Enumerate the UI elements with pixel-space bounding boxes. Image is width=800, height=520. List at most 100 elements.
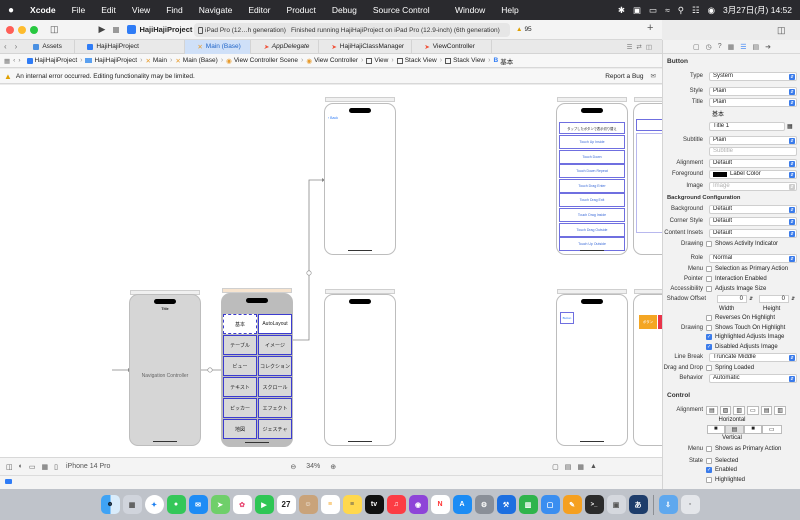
tab-hajihajiclassmanager[interactable]: ➤ HajiHajiClassManager <box>319 39 413 54</box>
state-selected-checkbox[interactable] <box>706 458 712 464</box>
menu-edit[interactable]: Edit <box>93 5 124 15</box>
partial-scene[interactable]: ボタン <box>633 294 662 446</box>
attributes-inspector-icon[interactable]: ☰ <box>740 43 746 51</box>
align-fill-icon[interactable]: ▭ <box>747 405 759 415</box>
line-break-popup[interactable]: Truncate Middle ⇵ <box>709 352 797 362</box>
identity-inspector-icon[interactable]: ▦ <box>728 43 735 51</box>
warnings-badge[interactable]: ▲ 95 <box>516 26 532 33</box>
display-icon[interactable]: ▣ <box>633 5 641 16</box>
navigation-controller-scene[interactable]: Title Navigation Controller <box>129 294 201 446</box>
stop-button[interactable] <box>113 26 120 33</box>
font-picker-icon[interactable]: ▦ <box>787 123 793 130</box>
tab-hajihajiproject[interactable]: HajiHajiProject <box>75 39 186 54</box>
numbers-icon[interactable]: ▥ <box>518 495 538 514</box>
subtitle-text-field[interactable]: Subtitle <box>709 146 797 156</box>
menu-grid-button[interactable]: エフェクト <box>258 398 292 418</box>
background-popup[interactable]: Default ⇵ <box>709 204 797 214</box>
tab-main-base[interactable]: ✕ Main (Base) <box>185 39 252 54</box>
event-button[interactable]: Touch Up Inside <box>559 135 625 149</box>
close-window-button[interactable] <box>6 25 14 34</box>
siri-icon[interactable]: ◉ <box>708 5 715 16</box>
app-store-icon[interactable]: A <box>452 495 472 514</box>
resolve-issues-icon[interactable]: ▲ <box>590 463 597 470</box>
safari-icon[interactable]: ✦ <box>144 495 164 514</box>
notes-icon[interactable]: ≡ <box>342 495 362 514</box>
menu-find[interactable]: Find <box>158 5 191 15</box>
align-right-icon[interactable]: ▥ <box>733 405 746 415</box>
content-insets-popup[interactable]: Default ⇵ <box>709 228 797 238</box>
mail-icon[interactable]: ✉ <box>188 495 208 514</box>
wifi-icon[interactable]: ≈ <box>665 5 670 15</box>
pointer-interaction-checkbox[interactable] <box>706 276 712 282</box>
tv-icon[interactable]: tv <box>364 495 384 514</box>
pages-icon[interactable]: ✎ <box>562 495 582 514</box>
foreground-popup[interactable]: Label Color ⇵ <box>709 169 797 179</box>
storyboard-canvas[interactable]: Title Navigation Controller 基本 AutoLayout… <box>0 85 662 457</box>
device-selector[interactable]: iPhone 14 Pro <box>66 463 110 470</box>
menu-product[interactable]: Product <box>279 5 324 15</box>
event-button[interactable]: Touch Drag Inside <box>559 208 625 222</box>
breadcrumb-item[interactable]: ✕ Main (Base) <box>172 57 221 65</box>
horizontal-alignment-segments[interactable]: ▤ ▨ ▥ ▭ ▤ ▥ <box>706 405 787 415</box>
title-text-field[interactable]: 基本 <box>709 109 797 118</box>
blank-view-controller-scene[interactable] <box>324 294 396 446</box>
report-bug-icon[interactable]: ✉ <box>648 72 662 80</box>
menu-grid-button[interactable]: 基本 <box>223 314 257 334</box>
event-button[interactable]: Touch Down Repeat <box>559 164 625 179</box>
messages-icon[interactable]: ● <box>166 495 186 514</box>
tab-assets[interactable]: Assets <box>21 39 76 54</box>
breadcrumb-item[interactable]: Stack View <box>394 57 440 64</box>
run-button[interactable]: ▶ <box>99 24 106 35</box>
activity-indicator-checkbox[interactable] <box>706 241 712 247</box>
add-library-button[interactable]: + <box>647 22 653 34</box>
menu-grid-button[interactable]: スクロール <box>258 377 292 397</box>
size-inspector-icon[interactable]: ▤ <box>753 43 760 51</box>
control-center-icon[interactable]: ☷ <box>692 5 700 16</box>
scene-title-bar[interactable] <box>557 97 627 102</box>
menu-grid-button[interactable]: イメージ <box>258 335 292 355</box>
breadcrumb-item[interactable]: HajiHajiProject <box>82 57 140 64</box>
corner-style-popup[interactable]: Default ⇵ <box>709 216 797 226</box>
breadcrumb-item[interactable]: HajiHajiProject <box>24 57 81 64</box>
maps-icon[interactable]: ➤ <box>210 495 230 514</box>
style-popup[interactable]: Plain ⇵ <box>709 86 797 96</box>
shows-touch-checkbox[interactable] <box>706 325 712 331</box>
trash-icon[interactable]: ▫ <box>680 495 700 514</box>
title-popup[interactable]: Plain ⇵ <box>709 97 797 107</box>
zoom-in-button[interactable]: ⊕ <box>330 463 336 471</box>
editor-options-icons[interactable]: ☰⇄◫ <box>627 43 662 51</box>
align-trailing-icon[interactable]: ▥ <box>774 405 787 415</box>
event-button[interactable]: Touch Down <box>559 149 625 164</box>
contacts-icon[interactable]: ☺ <box>298 495 318 514</box>
search-icon[interactable]: ⚲ <box>678 5 684 16</box>
menu-file[interactable]: File <box>64 5 94 15</box>
alignment-popup[interactable]: Default ⇵ <box>709 158 797 168</box>
scheme-target-selector[interactable]: iPad Pro (12…h generation) <box>198 26 286 34</box>
disabled-adjusts-checkbox[interactable]: ✓ <box>706 344 712 350</box>
event-button[interactable]: Touch Drag Outside <box>559 222 625 237</box>
xcode-icon[interactable]: ⚒ <box>496 495 516 514</box>
navigator-toggle-icon[interactable]: ◫ <box>50 24 59 35</box>
finder-icon[interactable]: ☻ <box>100 495 120 514</box>
menu-navigate[interactable]: Navigate <box>191 5 241 15</box>
forward-nav-icon[interactable]: › <box>11 42 22 51</box>
back-button[interactable]: ‹ Back <box>328 116 338 120</box>
button-events-scene[interactable]: タップしたボタンで表示切り替え Touch Up Inside Touch Dow… <box>556 103 628 255</box>
system-settings-icon[interactable]: ⚙ <box>474 495 494 514</box>
clock[interactable]: 3月27日(月) 14:52 <box>723 4 792 16</box>
zoom-window-button[interactable] <box>30 25 38 34</box>
screenshot-icon[interactable]: ▣ <box>606 495 626 514</box>
zoom-level[interactable]: 34% <box>306 463 320 470</box>
podcasts-icon[interactable]: ◉ <box>408 495 428 514</box>
menu-grid-button[interactable]: テキスト <box>223 377 257 397</box>
related-items-icon[interactable]: ▦ <box>4 57 13 65</box>
align-icon[interactable]: ▤ <box>565 463 572 471</box>
image-combo[interactable]: Image ⇵ <box>709 181 797 191</box>
event-button[interactable]: Touch Drag Enter <box>559 178 625 193</box>
menu-grid-button[interactable]: ピッカー <box>223 398 257 418</box>
shadow-height-field[interactable]: 0 <box>759 295 789 303</box>
role-popup[interactable]: Normal ⇵ <box>709 253 797 263</box>
downloads-icon[interactable]: ⇩ <box>658 495 678 514</box>
terminal-icon[interactable]: >_ <box>584 495 604 514</box>
highlighted-adjusts-checkbox[interactable]: ✓ <box>706 334 712 340</box>
